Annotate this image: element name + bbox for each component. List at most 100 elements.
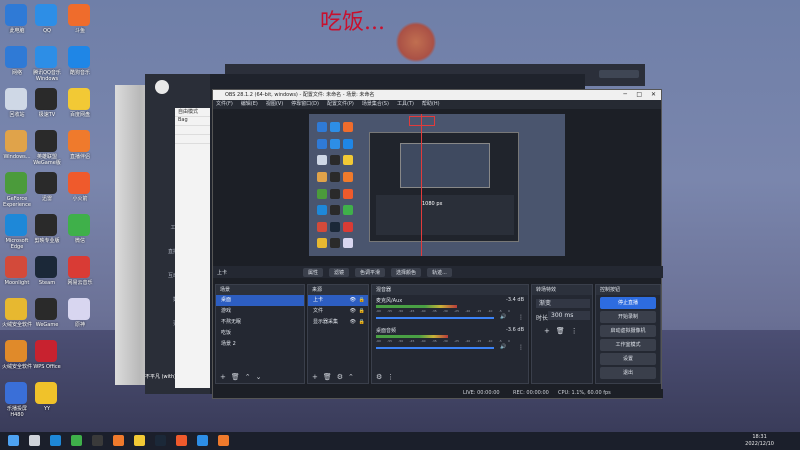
scene-item[interactable]: 桌面 [216,295,304,306]
desktop-shortcut[interactable]: 网络 [0,46,34,86]
desktop-shortcut[interactable]: 迅雷 [30,172,64,212]
background-window-controls[interactable] [599,70,639,78]
obs-icon[interactable] [92,435,103,446]
control-button[interactable]: 退出 [600,367,656,379]
add-scene-icon[interactable]: + [220,373,226,381]
desktop-shortcut[interactable]: Microsoft Edge [0,214,34,254]
desktop-shortcut[interactable]: 腾讯QQ音乐 Windows [30,46,64,86]
volume-slider[interactable] [376,347,494,349]
desktop-shortcut[interactable]: 英雄联盟 WeGame版 [30,130,64,170]
desktop-shortcut[interactable]: 网易云音乐 [63,256,97,296]
source-settings-icon[interactable]: ⚙ [337,373,343,381]
edge-icon[interactable] [50,435,61,446]
visibility-icon[interactable]: 👁 [350,317,356,328]
app5-icon[interactable] [218,435,229,446]
lock-icon[interactable]: 🔒 [359,317,365,328]
control-button[interactable]: 停止直播 [600,297,656,309]
source-toolbar-button[interactable]: 属性 [303,267,324,277]
obs-menu-item[interactable]: 视图(V) [266,100,283,109]
scene-item[interactable]: 游戏 [216,306,304,317]
desktop-shortcut[interactable]: QQ [30,4,64,44]
track-menu-icon[interactable]: ⋮ [518,344,524,351]
desktop-shortcut[interactable]: 原神 [63,298,97,338]
obs-menu-item[interactable]: 场景集合(S) [362,100,389,109]
move-up-icon[interactable]: ⌃ [245,373,251,381]
obs-menu-item[interactable]: 编辑(E) [241,100,258,109]
speaker-icon[interactable]: 🔊 [500,314,506,320]
search-icon[interactable] [29,435,40,446]
desktop-shortcut[interactable]: 此电脑 [0,4,34,44]
scene-item[interactable]: 场景 2 [216,339,304,350]
live-companion-row[interactable] [175,126,210,135]
desktop-shortcut[interactable]: 极速TV [30,88,64,128]
control-button[interactable]: 启动虚拟摄像机 [600,325,656,337]
visibility-icon[interactable]: 👁 [350,306,356,317]
remove-scene-icon[interactable]: 🗑 [231,373,240,381]
move-down-icon[interactable]: ⌄ [256,373,262,381]
track-menu-icon[interactable]: ⋮ [518,314,524,321]
desktop-shortcut[interactable]: WeGame [30,298,64,338]
obs-menu-item[interactable]: 工具(T) [397,100,414,109]
desktop-shortcut[interactable]: 小火箭 [63,172,97,212]
speaker-icon[interactable]: 🔊 [500,344,506,350]
close-icon[interactable]: ✕ [651,90,656,100]
remove-transition-icon[interactable]: 🗑 [556,327,565,335]
app-icon[interactable] [113,435,124,446]
source-toolbar-button[interactable]: 滤镜 [329,267,350,277]
scene-item[interactable]: 吃饭 [216,328,304,339]
desktop-shortcut[interactable]: WPS Office [30,340,64,380]
duration-input[interactable]: 300 ms [548,311,590,320]
move-up-icon[interactable]: ⌃ [348,373,354,381]
taskbar-clock[interactable]: 18:31 2022/12/10 [745,434,774,448]
desktop-shortcut[interactable]: 百度网盘 [63,88,97,128]
obs-window[interactable]: OBS 28.1.2 (64-bit, windows) - 配置文件: 未命名… [212,89,663,399]
control-button[interactable]: 开始录制 [600,311,656,323]
source-item[interactable]: 文件 👁 🔒 [308,306,368,317]
wechat-icon[interactable] [71,435,82,446]
source-toolbar-button[interactable]: 色调平滑 [355,267,386,277]
maximize-icon[interactable]: □ [636,90,642,100]
desktop-shortcut[interactable]: Windows... [0,130,34,170]
transition-menu-icon[interactable]: ⋮ [571,327,578,335]
start-icon[interactable] [8,435,19,446]
source-item[interactable]: 显示器采集 👁 🔒 [308,317,368,328]
desktop-shortcut[interactable]: Steam [30,256,64,296]
desktop-shortcut[interactable]: 微信 [63,214,97,254]
minimize-icon[interactable]: ─ [623,90,627,100]
live-companion-row[interactable] [175,135,210,144]
desktop-shortcut[interactable]: YY [30,382,64,422]
lock-icon[interactable]: 🔒 [359,295,365,306]
obs-menu-item[interactable]: 帮助(H) [422,100,440,109]
scene-item[interactable]: 不熬无眠 [216,317,304,328]
add-source-icon[interactable]: + [312,373,318,381]
obs-menu-item[interactable]: 文件(F) [216,100,233,109]
remove-source-icon[interactable]: 🗑 [323,373,332,381]
mixer-menu-icon[interactable]: ⋮ [387,373,394,381]
app2-icon[interactable] [134,435,145,446]
desktop-shortcut[interactable]: 回收站 [0,88,34,128]
app4-icon[interactable] [197,435,208,446]
volume-slider[interactable] [376,317,494,319]
source-item[interactable]: 上卡 👁 🔒 [308,295,368,306]
visibility-icon[interactable]: 👁 [350,295,356,306]
transition-select[interactable]: 渐变 [536,299,590,308]
desktop-shortcut[interactable]: 火绒安全软件 [0,340,34,380]
obs-preview[interactable]: 1080 px [309,114,565,256]
desktop-shortcut[interactable]: 酷狗音乐 [63,46,97,86]
app3-icon[interactable] [176,435,187,446]
desktop-shortcut[interactable]: 直播伴侣 [63,130,97,170]
source-toolbar-button[interactable]: 选择颜色 [391,267,422,277]
live-companion-row[interactable]: 自由模式 [175,108,210,117]
advanced-audio-icon[interactable]: ⚙ [376,373,382,381]
obs-menu-item[interactable]: 停靠窗口(D) [291,100,319,109]
control-button[interactable]: 工作室模式 [600,339,656,351]
control-button[interactable]: 设置 [600,353,656,365]
desktop-shortcut[interactable]: 剪映专业版 [30,214,64,254]
obs-menu-item[interactable]: 配置文件(P) [327,100,354,109]
desktop-shortcut[interactable]: 火绒安全软件 [0,298,34,338]
steam-icon[interactable] [155,435,166,446]
desktop-shortcut[interactable]: GeForce Experience [0,172,34,212]
live-companion-row[interactable]: Bag [175,117,210,126]
source-toolbar-button[interactable]: 轨迹... [427,267,452,277]
live-companion-panel[interactable]: 自由模式 Bag [175,108,210,388]
